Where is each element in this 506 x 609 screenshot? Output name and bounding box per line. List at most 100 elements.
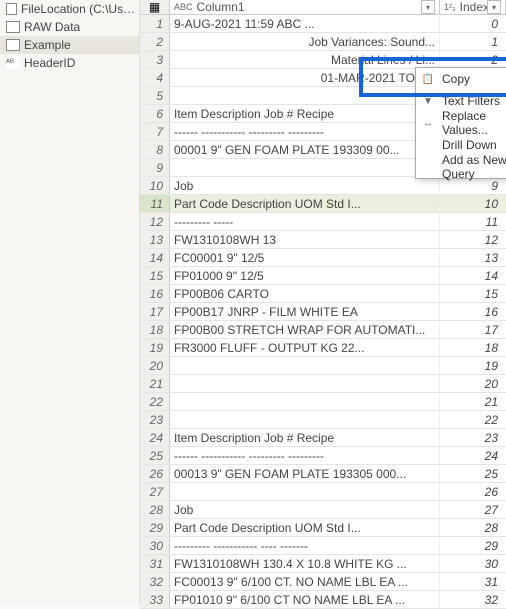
row-number[interactable]: 3 [140,51,170,68]
cell-column1[interactable] [170,159,440,176]
cell-index[interactable]: 25 [440,465,506,482]
cell-index[interactable]: 32 [440,591,506,608]
cell-index[interactable]: 17 [440,321,506,338]
table-row[interactable]: 11 Part Code Description UOM Std I...10 [140,195,506,213]
cell-index[interactable]: 0 [440,15,506,32]
ctx-replace-values[interactable]: ↔ Replace Values... [416,112,506,134]
cell-column1[interactable]: 00013 9" GEN FOAM PLATE 193305 000... [170,465,440,482]
cell-index[interactable]: 12 [440,231,506,248]
cell-index[interactable]: 10 [440,195,506,212]
ctx-add-new-query[interactable]: Add as New Query [416,156,506,178]
cell-column1[interactable]: Job [170,501,440,518]
cell-index[interactable]: 11 [440,213,506,230]
row-number[interactable]: 31 [140,555,170,572]
row-number[interactable]: 14 [140,249,170,266]
table-row[interactable]: 32 FC00013 9" 6/100 CT. NO NAME LBL EA .… [140,573,506,591]
cell-column1[interactable]: FP00B00 STRETCH WRAP FOR AUTOMATI... [170,321,440,338]
cell-column1[interactable]: 00001 9" GEN FOAM PLATE 193309 00... [170,141,440,158]
row-number[interactable]: 9 [140,159,170,176]
row-number[interactable]: 15 [140,267,170,284]
row-number[interactable]: 8 [140,141,170,158]
cell-column1[interactable] [170,357,440,374]
cell-index[interactable]: 13 [440,249,506,266]
table-row[interactable]: 2019 [140,357,506,375]
table-row[interactable]: 27 26 [140,483,506,501]
row-number[interactable]: 23 [140,411,170,428]
cell-column1[interactable]: FP01000 9" 12/5 [170,267,440,284]
cell-column1[interactable]: Part Code Description UOM Std I... [170,519,440,536]
table-row[interactable]: 23 22 [140,411,506,429]
row-number[interactable]: 24 [140,429,170,446]
row-number[interactable]: 17 [140,303,170,320]
table-row[interactable]: 17 FP00B17 JNRP - FILM WHITE EA16 [140,303,506,321]
row-number[interactable]: 20 [140,357,170,374]
cell-column1[interactable] [170,375,440,392]
cell-column1[interactable]: Item Description Job # Recipe [170,429,440,446]
row-number[interactable]: 32 [140,573,170,590]
cell-index[interactable]: 24 [440,447,506,464]
cell-column1[interactable]: FP00B06 CARTO [170,285,440,302]
cell-column1[interactable]: FP00B17 JNRP - FILM WHITE EA [170,303,440,320]
cell-column1[interactable]: ------ ----------- --------- --------- [170,123,440,140]
row-number[interactable]: 22 [140,393,170,410]
table-row[interactable]: 18 FP00B00 STRETCH WRAP FOR AUTOMATI...1… [140,321,506,339]
table-row[interactable]: 12 --------- -----11 [140,213,506,231]
table-row[interactable]: 31 FW1310108WH 130.4 X 10.8 WHITE KG ...… [140,555,506,573]
row-number[interactable]: 18 [140,321,170,338]
cell-column1[interactable]: FP01010 9" 6/100 CT NO NAME LBL EA ... [170,591,440,608]
table-row[interactable]: 19 FR3000 FLUFF - OUTPUT KG 22...18 [140,339,506,357]
column-header-index[interactable]: 1²₃ Index ▾ [440,0,506,14]
filter-dropdown[interactable]: ▾ [487,0,501,14]
row-number[interactable]: 33 [140,591,170,608]
cell-index[interactable]: 15 [440,285,506,302]
row-number[interactable]: 19 [140,339,170,356]
row-number[interactable]: 21 [140,375,170,392]
cell-column1[interactable]: FR3000 FLUFF - OUTPUT KG 22... [170,339,440,356]
cell-index[interactable]: 22 [440,411,506,428]
table-row[interactable]: 25------ ----------- --------- ---------… [140,447,506,465]
row-header-corner[interactable]: ▦ [140,0,170,14]
table-row[interactable]: 28 Job27 [140,501,506,519]
table-row[interactable]: 30 --------- ----------- ---- -------29 [140,537,506,555]
cell-index[interactable]: 31 [440,573,506,590]
query-rawdata[interactable]: RAW Data [0,18,139,36]
row-number[interactable]: 27 [140,483,170,500]
cell-column1[interactable]: 01-MAR-2021 TO 3... [170,69,440,86]
cell-index[interactable]: 16 [440,303,506,320]
cell-index[interactable]: 28 [440,519,506,536]
cell-index[interactable]: 29 [440,537,506,554]
row-number[interactable]: 4 [140,69,170,86]
cell-column1[interactable]: Part Code Description UOM Std I... [170,195,440,212]
cell-index[interactable]: 14 [440,267,506,284]
row-number[interactable]: 25 [140,447,170,464]
table-row[interactable]: 14 FC00001 9" 12/513 [140,249,506,267]
table-row[interactable]: 19-AUG-2021 11:59 ABC ...0 [140,15,506,33]
cell-index[interactable]: 23 [440,429,506,446]
row-number[interactable]: 26 [140,465,170,482]
table-row[interactable]: 33 FP01010 9" 6/100 CT NO NAME LBL EA ..… [140,591,506,609]
cell-column1[interactable]: --------- ----------- ---- ------- [170,537,440,554]
cell-column1[interactable] [170,393,440,410]
cell-index[interactable]: 1 [440,33,506,50]
ctx-copy[interactable]: 📋 Copy [416,68,506,90]
row-number[interactable]: 5 [140,87,170,104]
row-number[interactable]: 12 [140,213,170,230]
cell-index[interactable]: 19 [440,357,506,374]
filter-dropdown[interactable]: ▾ [421,0,435,14]
cell-column1[interactable]: 9-AUG-2021 11:59 ABC ... [170,15,440,32]
query-headerid[interactable]: ᴬᴮ HeaderID [0,54,139,72]
row-number[interactable]: 30 [140,537,170,554]
cell-column1[interactable]: FW1310108WH 13 [170,231,440,248]
column-header-column1[interactable]: ABC Column1 ▾ [170,0,440,14]
cell-column1[interactable] [170,483,440,500]
table-row[interactable]: 16 FP00B06 CARTO15 [140,285,506,303]
cell-column1[interactable]: ------ ----------- --------- --------- [170,447,440,464]
row-number[interactable]: 6 [140,105,170,122]
cell-column1[interactable]: FC00001 9" 12/5 [170,249,440,266]
table-row[interactable]: 2120 [140,375,506,393]
table-row[interactable]: 2221 [140,393,506,411]
cell-index[interactable]: 26 [440,483,506,500]
row-number[interactable]: 13 [140,231,170,248]
row-number[interactable]: 1 [140,15,170,32]
row-number[interactable]: 16 [140,285,170,302]
